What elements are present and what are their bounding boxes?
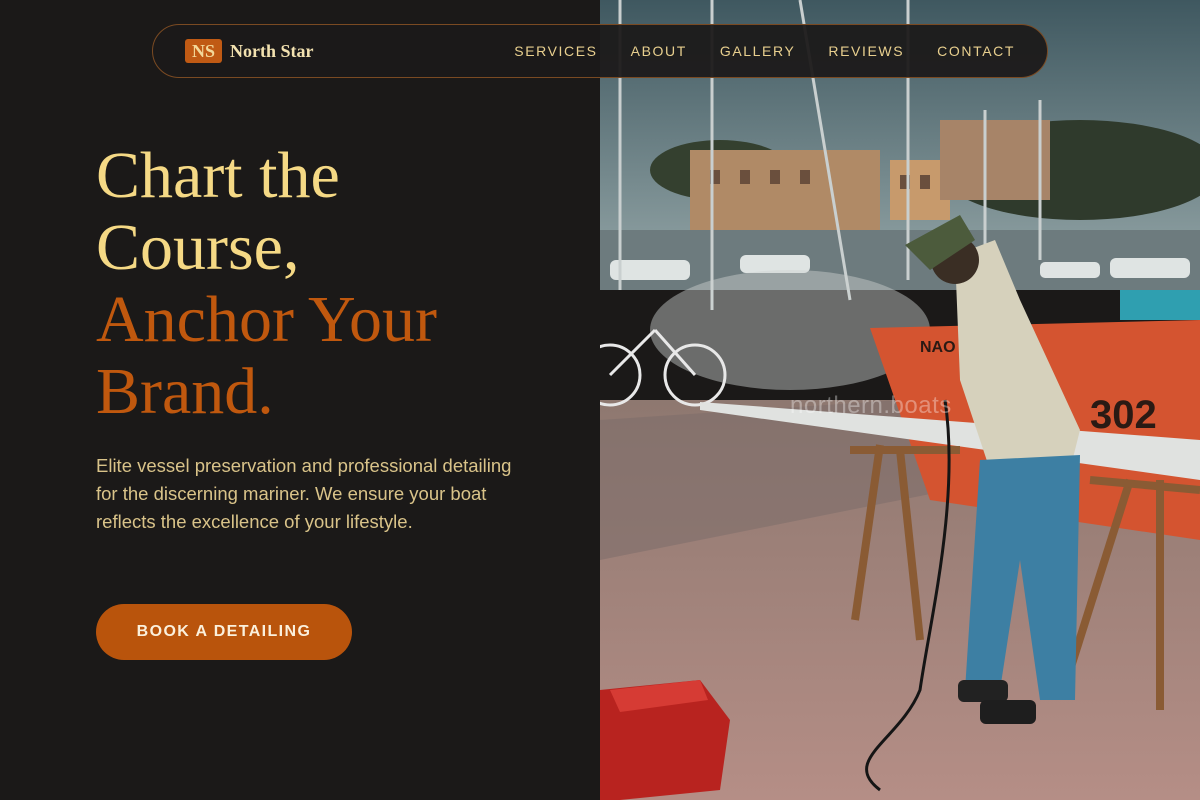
brand-logo[interactable]: NS North Star bbox=[185, 39, 314, 63]
photo-watermark: northern.boats bbox=[790, 392, 952, 419]
nav-links: SERVICES ABOUT GALLERY REVIEWS CONTACT bbox=[514, 43, 1015, 59]
top-navbar: NS North Star SERVICES ABOUT GALLERY REV… bbox=[152, 24, 1048, 78]
container-label: NAO bbox=[920, 339, 956, 356]
nav-link-services[interactable]: SERVICES bbox=[514, 43, 597, 59]
hero-title-line-3: Anchor Your bbox=[96, 283, 438, 356]
hero-description: Elite vessel preservation and profession… bbox=[96, 455, 512, 532]
hero-title-line-4: Brand. bbox=[96, 355, 274, 428]
brand-name: North Star bbox=[230, 40, 314, 61]
nav-link-gallery[interactable]: GALLERY bbox=[720, 43, 796, 59]
nav-link-contact[interactable]: CONTACT bbox=[937, 43, 1015, 59]
nav-link-about[interactable]: ABOUT bbox=[631, 43, 687, 59]
brand-badge: NS bbox=[185, 39, 223, 63]
hero-title: Chart the Course, Anchor Your Brand. bbox=[96, 140, 437, 428]
hero-title-line-2: Course, bbox=[96, 211, 300, 284]
hero-title-line-1: Chart the bbox=[96, 139, 340, 212]
container-number: 302 bbox=[1090, 393, 1157, 437]
nav-link-reviews[interactable]: REVIEWS bbox=[828, 43, 904, 59]
book-detailing-button[interactable]: BOOK A DETAILING bbox=[96, 604, 352, 660]
